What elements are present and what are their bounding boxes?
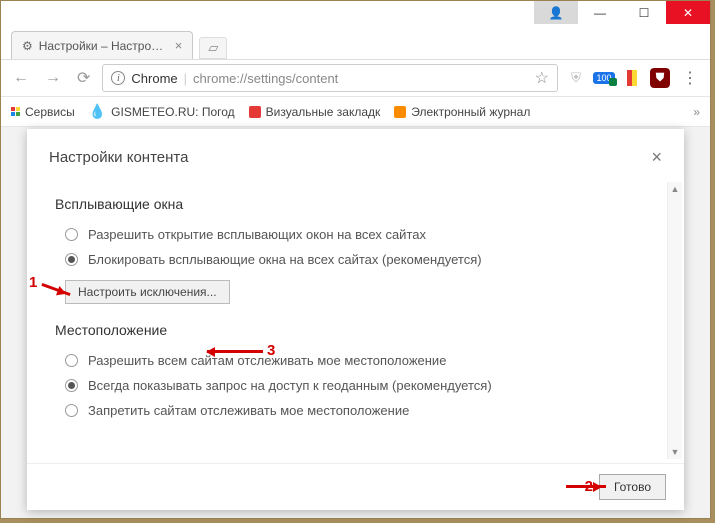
bookmark-journal[interactable]: Электронный журнал xyxy=(394,105,530,119)
address-bar[interactable]: i Chrome | chrome://settings/content ☆ xyxy=(102,64,558,92)
tab-settings[interactable]: ⚙ Настройки – Настройки × xyxy=(11,31,193,59)
dialog-close-button[interactable]: × xyxy=(651,147,662,168)
extension-badge-icon[interactable]: 100 xyxy=(594,68,614,88)
url-scheme: Chrome xyxy=(131,71,177,86)
titlebar: 👤 — ☐ ✕ xyxy=(1,1,710,29)
content-settings-dialog: Настройки контента × Всплывающие окна Ра… xyxy=(27,129,684,510)
droplet-icon: 💧 xyxy=(89,103,106,120)
radio-icon xyxy=(65,354,78,367)
window-close-button[interactable]: ✕ xyxy=(666,1,710,24)
radio-icon xyxy=(65,228,78,241)
bookmarks-apps[interactable]: Сервисы xyxy=(11,105,75,119)
menu-button[interactable]: ⋮ xyxy=(678,68,702,88)
dialog-body: Всплывающие окна Разрешить открытие вспл… xyxy=(27,178,684,463)
annotation-1: 1 xyxy=(29,274,37,291)
popups-allow-radio[interactable]: Разрешить открытие всплывающих окон на в… xyxy=(55,222,660,247)
url-path: chrome://settings/content xyxy=(193,71,338,86)
apps-grid-icon xyxy=(11,107,20,116)
location-heading: Местоположение xyxy=(55,322,660,338)
dialog-header: Настройки контента × xyxy=(27,129,684,178)
radio-icon xyxy=(65,379,78,392)
extension-ublock-icon[interactable]: ⛊ xyxy=(650,68,670,88)
gear-icon: ⚙ xyxy=(22,39,33,53)
extension-shield-icon[interactable]: ⛨ xyxy=(566,68,586,88)
new-tab-button[interactable]: ▱ xyxy=(199,37,227,59)
browser-window: 👤 — ☐ ✕ ⚙ Настройки – Настройки × ▱ ← → … xyxy=(0,0,711,519)
back-button[interactable]: ← xyxy=(9,69,33,87)
dialog-footer: 2 Готово xyxy=(27,463,684,510)
annotation-2: 2 xyxy=(585,478,593,504)
bookmark-visual[interactable]: Визуальные закладк xyxy=(249,105,381,119)
radio-icon xyxy=(65,253,78,266)
window-controls: 👤 — ☐ ✕ xyxy=(534,1,710,24)
location-allow-radio[interactable]: Разрешить всем сайтам отслеживать мое ме… xyxy=(55,348,660,373)
toolbar: ← → ⟳ i Chrome | chrome://settings/conte… xyxy=(1,59,710,97)
page-content: Настройки контента × Всплывающие окна Ра… xyxy=(1,127,710,518)
bookmarks-bar: Сервисы 💧 GISMETEO.RU: Погод Визуальные … xyxy=(1,97,710,127)
location-ask-radio[interactable]: Всегда показывать запрос на доступ к гео… xyxy=(55,373,660,398)
location-deny-radio[interactable]: Запретить сайтам отслеживать мое местопо… xyxy=(55,398,660,423)
bookmark-gismeteo[interactable]: 💧 GISMETEO.RU: Погод xyxy=(89,103,235,120)
bookmarks-overflow-icon[interactable]: » xyxy=(693,105,700,119)
user-icon[interactable]: 👤 xyxy=(534,1,578,24)
popups-heading: Всплывающие окна xyxy=(55,196,660,212)
popups-block-radio[interactable]: Блокировать всплывающие окна на всех сай… xyxy=(55,247,660,272)
site-info-icon[interactable]: i xyxy=(111,71,125,85)
scroll-down-icon[interactable]: ▼ xyxy=(668,445,682,459)
bookmark-star-icon[interactable]: ☆ xyxy=(535,68,549,88)
dialog-title: Настройки контента xyxy=(49,149,188,166)
scroll-up-icon[interactable]: ▲ xyxy=(668,182,682,196)
minimize-button[interactable]: — xyxy=(578,1,622,24)
reload-button[interactable]: ⟳ xyxy=(73,68,94,88)
tab-close-icon[interactable]: × xyxy=(175,38,183,53)
forward-button[interactable]: → xyxy=(41,69,65,87)
popups-exceptions-button[interactable]: Настроить исключения... xyxy=(65,280,230,304)
tab-title: Настройки – Настройки xyxy=(39,39,169,53)
scrollbar[interactable]: ▲ ▼ xyxy=(667,182,682,459)
tab-strip: ⚙ Настройки – Настройки × ▱ xyxy=(1,29,710,59)
done-button[interactable]: Готово xyxy=(599,474,666,500)
radio-icon xyxy=(65,404,78,417)
square-icon xyxy=(249,106,261,118)
maximize-button[interactable]: ☐ xyxy=(622,1,666,24)
square-icon xyxy=(394,106,406,118)
extension-bookmark-icon[interactable] xyxy=(622,68,642,88)
